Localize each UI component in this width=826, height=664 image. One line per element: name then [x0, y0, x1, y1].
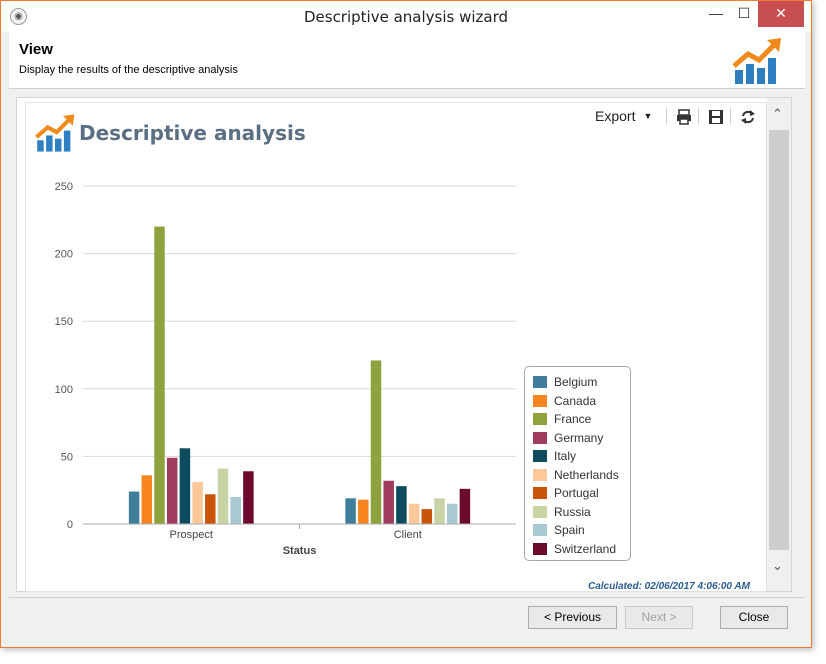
- legend-item[interactable]: Canada: [525, 392, 630, 411]
- x-tick-label: Client: [394, 529, 422, 541]
- analysis-logo-icon: [732, 38, 781, 84]
- legend-item[interactable]: Portugal: [525, 484, 630, 503]
- legend-label: Spain: [554, 523, 585, 538]
- bar-netherlands-client: [408, 503, 420, 524]
- refresh-icon[interactable]: [739, 108, 757, 126]
- export-menu[interactable]: Export ▼: [595, 108, 652, 124]
- legend-label: Russia: [554, 504, 591, 519]
- bar-germany-client: [383, 480, 394, 524]
- maximize-button[interactable]: ☐: [729, 1, 759, 27]
- save-icon[interactable]: [707, 108, 725, 126]
- toolbar-divider: [698, 108, 699, 124]
- legend-label: Switzerland: [554, 541, 617, 556]
- toolbar-divider: [730, 108, 731, 124]
- legend-swatch: [533, 468, 547, 481]
- legend-swatch: [533, 376, 547, 389]
- window-title: Descriptive analysis wizard: [303, 8, 509, 26]
- export-label: Export: [595, 108, 636, 124]
- legend-label: France: [554, 412, 592, 427]
- bar-germany-prospect: [166, 457, 178, 524]
- x-axis-label: Status: [283, 545, 317, 557]
- bar-canada-client: [358, 499, 369, 524]
- legend-swatch: [533, 505, 547, 518]
- bar-chart: 0 50 100 150 200 250 Prospect Client Status: [55, 181, 516, 557]
- bar-portugal-prospect: [205, 494, 216, 524]
- scroll-thumb[interactable]: [769, 130, 789, 550]
- close-window-button[interactable]: ✕: [758, 1, 804, 27]
- toolbar-divider: [666, 108, 667, 124]
- legend-label: Belgium: [554, 375, 598, 390]
- bar-russia-prospect: [217, 468, 229, 524]
- bar-belgium-client: [345, 498, 356, 524]
- next-button[interactable]: Next >: [625, 606, 693, 629]
- vertical-scrollbar[interactable]: ⌃ ⌄: [767, 98, 791, 591]
- print-icon[interactable]: [675, 108, 693, 126]
- report-panel: Descriptive analysis Export ▼ 0 50 100 1…: [25, 102, 767, 592]
- bar-belgium-prospect: [128, 491, 140, 524]
- legend-label: Portugal: [554, 486, 599, 501]
- legend-swatch: [533, 413, 547, 426]
- bar-italy-client: [396, 486, 407, 524]
- wizard-window: ◉ Descriptive analysis wizard — ☐ ✕ View…: [0, 0, 812, 648]
- y-tick-label: 100: [55, 384, 73, 396]
- scroll-down-icon[interactable]: ⌄: [772, 558, 783, 574]
- step-subtitle: Display the results of the descriptive a…: [19, 64, 238, 76]
- legend-swatch: [533, 394, 547, 407]
- bar-portugal-client: [421, 509, 433, 524]
- close-button[interactable]: Close: [720, 606, 788, 629]
- wizard-header: View Display the results of the descript…: [9, 32, 805, 89]
- y-tick-label: 250: [55, 181, 73, 193]
- minimize-button[interactable]: —: [701, 1, 731, 27]
- legend-label: Germany: [554, 430, 604, 445]
- legend-item[interactable]: Germany: [525, 429, 630, 448]
- scroll-up-icon[interactable]: ⌃: [772, 106, 783, 122]
- y-tick-label: 0: [67, 519, 73, 531]
- bar-italy-prospect: [179, 448, 191, 524]
- bar-switzerland-prospect: [243, 471, 254, 524]
- chart-legend: Belgium Canada France Germany Italy Netherlan…: [524, 366, 631, 561]
- bar-spain-prospect: [230, 496, 241, 524]
- bar-france-prospect: [154, 226, 165, 524]
- legend-item[interactable]: Spain: [525, 521, 630, 540]
- legend-item[interactable]: Belgium: [525, 373, 630, 392]
- step-title: View: [19, 41, 53, 58]
- title-bar: ◉ Descriptive analysis wizard — ☐ ✕: [1, 1, 811, 32]
- bar-france-client: [370, 360, 382, 524]
- y-tick-label: 150: [55, 316, 73, 328]
- content-area: Descriptive analysis Export ▼ 0 50 100 1…: [16, 97, 792, 592]
- legend-swatch: [533, 524, 547, 537]
- legend-item[interactable]: Italy: [525, 447, 630, 466]
- bar-canada-prospect: [141, 475, 153, 524]
- chevron-down-icon: ▼: [643, 111, 653, 121]
- legend-label: Canada: [554, 393, 597, 408]
- legend-label: Italy: [554, 449, 577, 464]
- legend-item[interactable]: Switzerland: [525, 540, 630, 559]
- legend-swatch: [533, 487, 547, 500]
- footer-divider: [9, 597, 805, 598]
- legend-item[interactable]: Netherlands: [525, 466, 630, 485]
- legend-swatch: [533, 450, 547, 463]
- bar-russia-client: [434, 498, 445, 524]
- bar-spain-client: [446, 503, 458, 524]
- x-tick-label: Prospect: [170, 529, 213, 541]
- bar-switzerland-client: [459, 488, 471, 524]
- legend-label: Netherlands: [554, 467, 619, 482]
- legend-item[interactable]: France: [525, 410, 630, 429]
- legend-swatch: [533, 542, 547, 555]
- legend-item[interactable]: Russia: [525, 503, 630, 522]
- calculated-timestamp: Calculated: 02/06/2017 4:06:00 AM: [588, 581, 750, 592]
- legend-swatch: [533, 431, 547, 444]
- y-tick-label: 50: [61, 451, 73, 463]
- bar-netherlands-prospect: [192, 482, 203, 524]
- y-tick-label: 200: [55, 249, 73, 261]
- previous-button[interactable]: < Previous: [528, 606, 617, 629]
